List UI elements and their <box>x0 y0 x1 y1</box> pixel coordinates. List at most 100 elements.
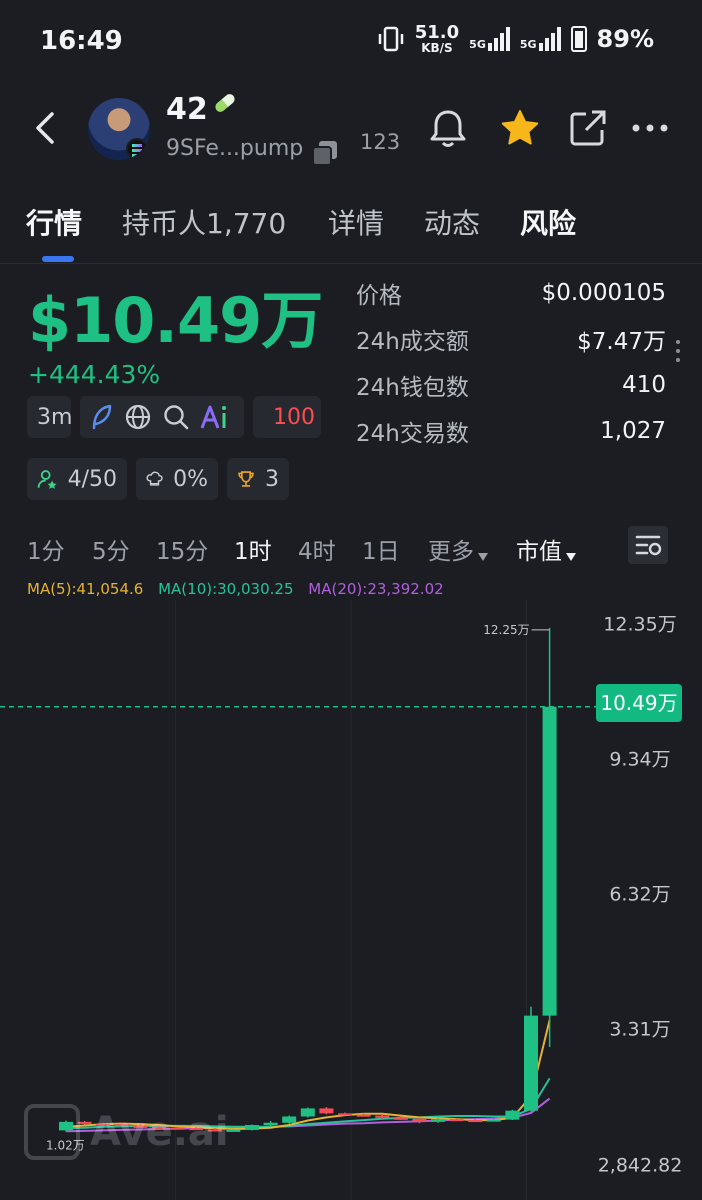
runner-chip: 100 <box>253 396 321 438</box>
chart-settings-icon[interactable] <box>628 526 668 564</box>
back-icon[interactable] <box>30 108 60 148</box>
ma20-label: MA(20):23,392.02 <box>308 580 444 598</box>
candle-body <box>505 1110 520 1120</box>
interval-1h[interactable]: 1时 <box>234 532 272 566</box>
interval-selector: 1分 5分 15分 1时 4时 1日 更多 市值 <box>0 528 702 568</box>
stat-value: $7.47万 <box>577 329 666 355</box>
runner-value: 100 <box>273 404 315 430</box>
holders-ratio-chip[interactable]: 4/50 <box>27 458 127 500</box>
share-icon[interactable] <box>566 106 610 150</box>
ma10-label: MA(10):30,030.25 <box>158 580 294 598</box>
trophy-chip[interactable]: 3 <box>227 458 289 500</box>
copy-icon[interactable] <box>312 140 338 166</box>
candle-body <box>263 1122 278 1126</box>
ave-logo-icon <box>24 1104 80 1160</box>
globe-icon[interactable] <box>124 403 152 431</box>
interval-1m[interactable]: 1分 <box>27 532 65 566</box>
ave-ai-watermark: Ave.ai <box>24 1104 229 1160</box>
holders-count[interactable]: 123 <box>360 130 400 154</box>
stat-label: 价格 <box>356 283 402 309</box>
age-chip: 3m <box>27 396 71 438</box>
candle-body <box>319 1108 334 1114</box>
net-speed: 51.0 KB/S <box>414 22 460 55</box>
tab-risk[interactable]: 风险 <box>520 202 576 242</box>
holders-ratio: 4/50 <box>67 466 117 492</box>
interval-1d[interactable]: 1日 <box>362 532 400 566</box>
vibrate-icon <box>378 26 403 52</box>
candle-body <box>449 1119 464 1122</box>
candle-body <box>356 1114 371 1117</box>
stat-label: 24h成交额 <box>356 329 469 355</box>
candle-body <box>486 1119 501 1122</box>
candle-body <box>542 706 557 1016</box>
y-tick-label: 9.34万 <box>609 748 670 770</box>
market-cap-value: $10.49万 <box>28 284 323 357</box>
status-icons: 51.0 KB/S 5G 5G 89% <box>377 24 654 54</box>
trophy-icon <box>238 471 254 487</box>
candle-body <box>412 1118 427 1122</box>
tab-bar: 行情 持币人1,770 详情 动态 风险 <box>0 196 702 264</box>
signal-1-icon: 5G <box>469 27 510 51</box>
candle-body <box>431 1119 445 1122</box>
token-address: 9SFe...pump <box>166 136 304 161</box>
stat-value: 1,027 <box>600 418 666 444</box>
stat-value: 410 <box>622 372 666 398</box>
stat-trades: 24h交易数 1,027 <box>356 408 666 454</box>
stat-label: 24h交易数 <box>356 421 469 447</box>
stat-value: $0.000105 <box>541 280 666 306</box>
feather-icon[interactable] <box>90 404 114 430</box>
interval-5m[interactable]: 5分 <box>92 532 130 566</box>
candle-body <box>468 1120 483 1123</box>
stat-wallets: 24h钱包数 410 <box>356 362 666 408</box>
bell-icon[interactable] <box>426 106 470 150</box>
tab-details[interactable]: 详情 <box>328 202 384 242</box>
stat-volume: 24h成交额 $7.47万 <box>356 316 666 362</box>
more-options-icon[interactable] <box>628 106 672 150</box>
ai-icon[interactable] <box>200 404 230 430</box>
solana-chain-icon <box>126 138 148 160</box>
chef-chip[interactable]: 0% <box>136 458 218 500</box>
star-icon[interactable] <box>498 106 542 150</box>
social-links-chip <box>80 396 244 438</box>
token-header: 42 9SFe...pump 123 <box>0 84 702 184</box>
tab-holders[interactable]: 持币人1,770 <box>122 202 286 242</box>
chef-hat-icon <box>146 471 163 486</box>
high-label: 12.25万 <box>483 623 529 637</box>
stat-label: 24h钱包数 <box>356 375 469 401</box>
tab-activity[interactable]: 动态 <box>424 202 480 242</box>
current-price-tag: 10.49万 <box>596 684 682 722</box>
battery-icon <box>570 26 587 52</box>
y-tick-label: 6.32万 <box>609 884 670 906</box>
candle-body <box>524 1015 538 1111</box>
signal-2-icon: 5G <box>520 27 561 51</box>
price-change: +444.43% <box>28 360 161 389</box>
token-avatar[interactable] <box>88 98 150 160</box>
interval-more-dropdown[interactable]: 更多 <box>428 532 488 566</box>
trophy-count: 3 <box>265 466 279 492</box>
stats-panel: 价格 $0.000105 24h成交额 $7.47万 24h钱包数 410 24… <box>356 270 666 454</box>
chef-percent: 0% <box>173 466 208 492</box>
token-name: 42 <box>166 92 208 127</box>
tab-market[interactable]: 行情 <box>26 202 82 242</box>
pill-icon <box>213 92 237 114</box>
candle-body <box>375 1115 390 1118</box>
status-time: 16:49 <box>40 26 123 56</box>
search-icon[interactable] <box>162 403 190 431</box>
y-tick-label: 2,842.82 <box>598 1154 683 1176</box>
battery-percent: 89% <box>596 25 654 53</box>
y-tick-label: 3.31万 <box>609 1019 670 1041</box>
candle-body <box>338 1113 352 1116</box>
y-tick-label: 12.35万 <box>603 613 676 635</box>
candle-body <box>300 1108 315 1117</box>
interval-15m[interactable]: 15分 <box>156 532 208 566</box>
metric-dropdown[interactable]: 市值 <box>516 532 576 566</box>
stat-price: 价格 $0.000105 <box>356 270 666 316</box>
age-label: 3m <box>37 404 71 430</box>
active-tab-indicator <box>42 256 74 262</box>
user-star-icon <box>37 470 57 489</box>
ma5-label: MA(5):41,054.6 <box>27 580 144 598</box>
interval-4h[interactable]: 4时 <box>298 532 336 566</box>
candle-body <box>393 1117 408 1120</box>
ma-legend: MA(5):41,054.6 MA(10):30,030.25 MA(20):2… <box>27 580 454 598</box>
stats-more-icon[interactable] <box>676 340 680 367</box>
